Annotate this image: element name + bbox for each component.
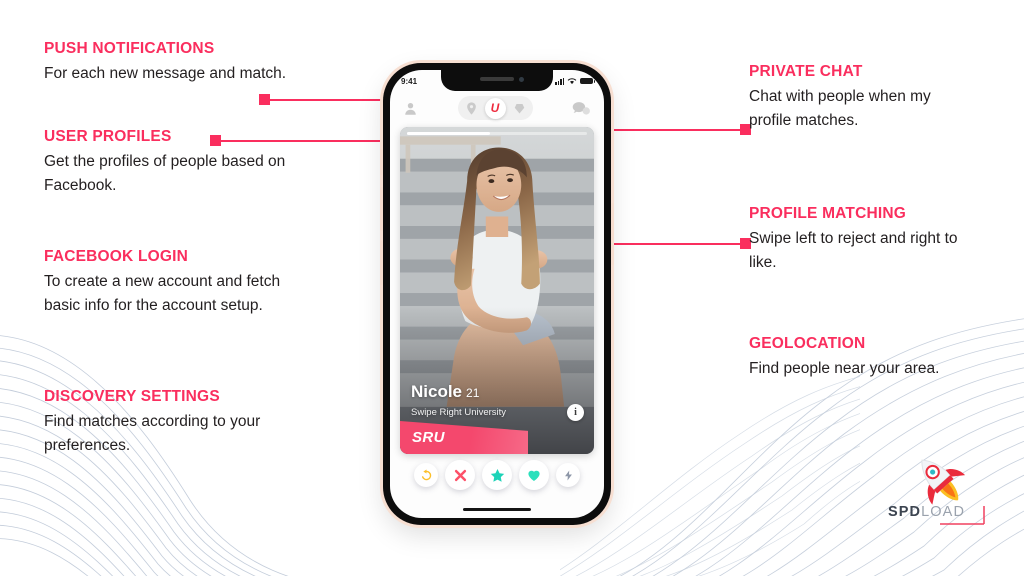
callout-title: GEOLOCATION (749, 335, 866, 352)
callout-body: Chat with people when my profile matches… (749, 88, 931, 130)
phone-mockup: 9:41 U Nicole 21 Swipe Right University … (380, 63, 614, 525)
callout-body: For each new message and match. (44, 65, 287, 82)
like-button[interactable] (519, 460, 549, 490)
phone-mute-switch[interactable] (380, 149, 383, 175)
callout-discovery-settings: DISCOVERY SETTINGS Find matches accordin… (44, 388, 294, 458)
x-icon (454, 469, 466, 481)
gem-icon[interactable] (514, 102, 525, 115)
brand-word-light: LOAD (921, 504, 966, 520)
phone-screen: 9:41 U Nicole 21 Swipe Right University … (390, 70, 604, 518)
nope-button[interactable] (445, 460, 475, 490)
brand-word-bold: SPD (888, 504, 922, 520)
callout-title: DISCOVERY SETTINGS (44, 388, 220, 405)
brand-accent-tick (983, 506, 985, 524)
profile-age: 21 (466, 386, 480, 400)
connector-private-chat (596, 129, 746, 131)
brand-logo: SPDLOAD (884, 448, 994, 534)
rocket-icon (921, 459, 966, 505)
location-pin-icon[interactable] (466, 101, 477, 115)
infographic-canvas: PUSH NOTIFICATIONS For each new message … (0, 0, 1024, 576)
person-icon[interactable] (403, 101, 418, 116)
callout-private-chat: PRIVATE CHAT Chat with people when my pr… (749, 63, 974, 133)
school-ribbon-label: SRU (412, 429, 445, 446)
status-clock: 9:41 (401, 76, 418, 86)
nav-tab-group: U (457, 96, 533, 120)
battery-icon (580, 77, 595, 85)
front-camera-icon (519, 77, 524, 82)
home-indicator (463, 507, 531, 511)
callout-title: USER PROFILES (44, 128, 172, 145)
app-nav-bar: U (390, 92, 604, 124)
connector-cap (259, 94, 270, 105)
brand-wordmark: SPDLOAD (888, 504, 965, 520)
phone-power-button[interactable] (611, 203, 614, 265)
profile-card[interactable]: Nicole 21 Swipe Right University i SRU (400, 127, 594, 454)
callout-push-notifications: PUSH NOTIFICATIONS For each new message … (44, 40, 294, 86)
profile-info-button[interactable]: i (567, 404, 584, 421)
app-logo-badge[interactable]: U (484, 97, 506, 119)
callout-title: FACEBOOK LOGIN (44, 248, 189, 265)
callout-profile-matching: PROFILE MATCHING Swipe left to reject an… (749, 205, 974, 275)
photo-progress-bar[interactable] (407, 132, 587, 135)
boost-button[interactable] (556, 463, 580, 487)
rewind-icon (421, 469, 431, 480)
profile-name-row: Nicole 21 (411, 383, 506, 402)
callout-body: Find people near your area. (749, 360, 940, 377)
rewind-button[interactable] (414, 463, 438, 487)
callout-body: Find matches according to your preferenc… (44, 413, 261, 455)
signal-bars-icon (555, 77, 564, 85)
profile-school: Swipe Right University (411, 407, 507, 418)
heart-icon (528, 470, 540, 481)
photo-progress-fill (407, 132, 490, 135)
profile-name: Nicole (411, 382, 463, 401)
wifi-icon (567, 78, 577, 85)
callout-user-profiles: USER PROFILES Get the profiles of people… (44, 128, 294, 198)
star-icon (490, 468, 504, 482)
brand-underline (940, 523, 984, 525)
callout-body: To create a new account and fetch basic … (44, 273, 281, 315)
phone-volume-down-button[interactable] (380, 241, 383, 285)
callout-title: PUSH NOTIFICATIONS (44, 40, 215, 57)
callout-geolocation: GEOLOCATION Find people near your area. (749, 335, 974, 381)
phone-notch (441, 70, 553, 91)
app-logo-letter: U (490, 101, 500, 115)
callout-body: Get the profiles of people based on Face… (44, 153, 286, 195)
callout-body: Swipe left to reject and right to like. (749, 230, 958, 272)
callout-title: PROFILE MATCHING (749, 205, 907, 222)
earpiece-speaker (480, 77, 514, 81)
status-icons (555, 77, 595, 85)
callout-facebook-login: FACEBOOK LOGIN To create a new account a… (44, 248, 294, 318)
phone-volume-up-button[interactable] (380, 187, 383, 231)
lightning-icon (564, 469, 572, 481)
callout-title: PRIVATE CHAT (749, 63, 863, 80)
chat-bubble-icon[interactable] (572, 101, 591, 116)
superlike-button[interactable] (482, 460, 512, 490)
profile-info: Nicole 21 Swipe Right University (411, 383, 506, 418)
swipe-action-bar (390, 454, 604, 496)
